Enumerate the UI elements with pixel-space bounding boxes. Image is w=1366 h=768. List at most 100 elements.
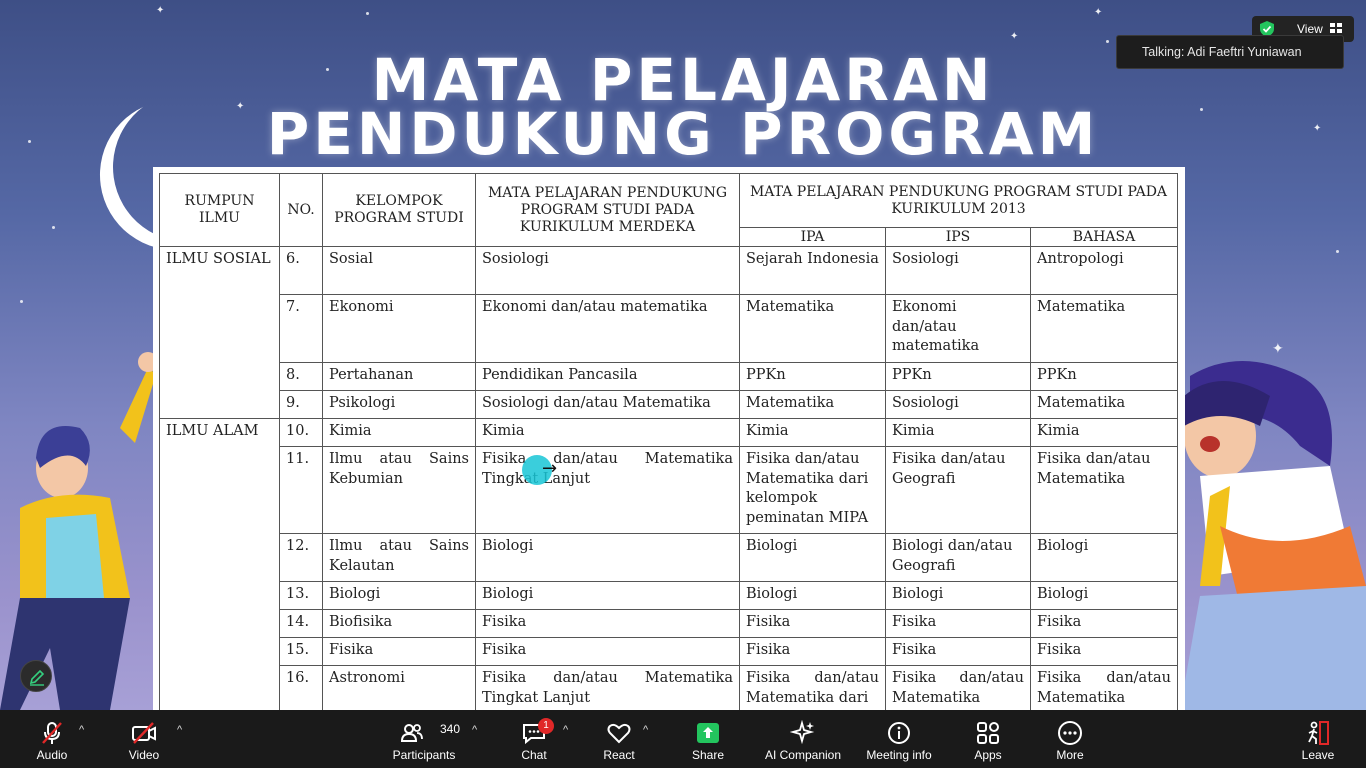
participants-button[interactable]: Participants [388,710,460,768]
cell-merdeka: Fisika [475,637,740,666]
table-row: 13. Biologi Biologi Biologi Biologi Biol… [160,581,1179,610]
table-row: ILMU SOSIAL 6. Sosial Sosiologi Sejarah … [159,246,1179,419]
shared-screen-slide: ✦ ✦ ✦ ✦ ✦ ✦ MATA PELAJARAN PENDUKUNG PRO… [0,0,1366,710]
header-no: NO. [279,173,323,247]
cell-kelompok: Ilmu atau Sains Kebumian [322,446,476,534]
girl-illustration [1180,361,1366,710]
leave-button[interactable]: Leave [1292,710,1344,768]
cell-no: 8. [279,362,323,391]
star-dot [52,226,55,229]
cell-merdeka: Fisika [475,609,740,638]
talking-indicator: Talking: Adi Faeftri Yuniawan [1116,35,1344,69]
slide-title-line2: PENDUKUNG PROGRAM [266,100,1100,168]
cell-ips: Fisika dan/atau Matematika [885,665,1031,710]
cell-kelompok: Fisika [322,637,476,666]
cell-ips: PPKn [885,362,1031,391]
cell-kelompok: Astronomi [322,665,476,710]
video-button[interactable]: Video [114,710,174,768]
heart-icon [607,723,631,744]
cell-merdeka: Sosiologi [475,246,740,295]
cell-ipa: Fisika [739,609,886,638]
cell-bahasa: Fisika dan/atau Matematika [1029,446,1179,534]
share-screen-icon [697,723,719,743]
annotate-button[interactable] [20,660,52,692]
cell-bahasa: Matematika [1029,390,1179,419]
info-icon [888,722,910,744]
cell-ips: Ekonomi dan/atau matematika [885,294,1031,363]
share-button[interactable]: Share [680,710,736,768]
apps-button[interactable]: Apps [960,710,1016,768]
react-options-caret-icon[interactable]: ^ [643,724,648,736]
cell-merdeka: Biologi [475,533,740,582]
cell-no: 6. [279,246,323,295]
cell-kelompok: Kimia [322,418,476,447]
cell-kelompok: Biologi [322,581,476,610]
table-row: 7. Ekonomi Ekonomi dan/atau matematika M… [160,294,1179,363]
cell-no: 9. [279,390,323,419]
arrow-cursor-icon: → [542,458,558,479]
cell-ips: Fisika dan/atau Geografi [885,446,1031,534]
participants-options-caret-icon[interactable]: ^ [472,724,477,736]
group-alam: ILMU ALAM [159,418,280,710]
star-decoration: ✦ [156,5,165,16]
cell-no: 7. [279,294,323,363]
cell-merdeka: Biologi [475,581,740,610]
star-decoration: ✦ [1010,31,1019,42]
more-button[interactable]: More [1042,710,1098,768]
cell-bahasa: Biologi [1029,533,1179,582]
cell-kelompok: Sosial [322,246,476,295]
chat-unread-badge: 1 [538,718,554,734]
table-row: 12. Ilmu atau Sains Kelautan Biologi Bio… [160,533,1179,582]
participants-label: Participants [392,748,456,762]
table-row: 15. Fisika Fisika Fisika Fisika Fisika [160,637,1179,666]
cell-ipa: Kimia [739,418,886,447]
cell-ips: Biologi dan/atau Geografi [885,533,1031,582]
cell-kelompok: Biofisika [322,609,476,638]
meeting-info-button[interactable]: Meeting info [862,710,936,768]
microphone-muted-icon [42,722,62,744]
header-merdeka: MATA PELAJARAN PENDUKUNG PROGRAM STUDI P… [475,173,740,247]
audio-options-caret-icon[interactable]: ^ [79,724,84,736]
ai-companion-label: AI Companion [764,748,842,762]
cell-ips: Fisika [885,609,1031,638]
cell-no: 15. [279,637,323,666]
star-dot [1106,40,1109,43]
share-label: Share [691,748,725,762]
cell-bahasa: Biologi [1029,581,1179,610]
cell-bahasa: Fisika [1029,609,1179,638]
star-dot [1336,250,1339,253]
ai-companion-button[interactable]: AI Companion [760,710,846,768]
more-label: More [1056,748,1084,762]
cell-ips: Kimia [885,418,1031,447]
cell-bahasa: Kimia [1029,418,1179,447]
cell-bahasa: Antropologi [1029,246,1179,295]
cell-no: 12. [279,533,323,582]
more-icon [1058,721,1082,745]
sparkle-icon [790,720,815,745]
video-options-caret-icon[interactable]: ^ [177,724,182,736]
cell-ipa: Biologi [739,581,886,610]
audio-label: Audio [36,748,68,762]
table-row: 14. Biofisika Fisika Fisika Fisika Fisik… [160,609,1179,638]
table-row: 8. Pertahanan Pendidikan Pancasila PPKn … [160,362,1179,391]
cell-bahasa: Fisika [1029,637,1179,666]
group-sosial: ILMU SOSIAL [159,246,280,419]
cell-merdeka: Kimia [475,418,740,447]
leave-icon [1308,721,1329,745]
chat-button[interactable]: Chat [504,710,564,768]
table-row: ILMU ALAM 10. Kimia Kimia Kimia Kimia Ki… [159,418,1179,710]
cell-bahasa: Matematika [1029,294,1179,363]
participants-count: 340 [440,722,461,736]
cell-merdeka: Ekonomi dan/atau matematika [475,294,740,363]
react-button[interactable]: React [590,710,648,768]
apps-icon [977,722,999,744]
document-page: RUMPUN ILMU NO. KELOMPOK PROGRAM STUDI M… [153,167,1185,710]
audio-button[interactable]: Audio [22,710,82,768]
cell-bahasa: Fisika dan/atau Matematika [1029,665,1179,710]
participants-icon [400,724,423,742]
view-label: View [1297,22,1323,36]
chat-options-caret-icon[interactable]: ^ [563,724,568,736]
header-k13: MATA PELAJARAN PENDUKUNG PROGRAM STUDI P… [738,173,1179,228]
chat-label: Chat [521,748,547,762]
star-dot [366,12,369,15]
